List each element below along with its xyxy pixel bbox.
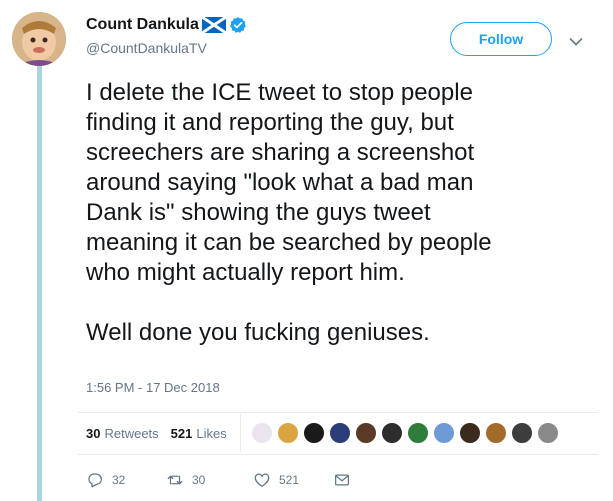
- retweet-count: 30: [192, 473, 206, 487]
- liker-avatar[interactable]: [537, 422, 559, 444]
- tweet-actions: 32 30 521: [86, 471, 359, 489]
- author-name-row[interactable]: Count Dankula: [86, 15, 247, 35]
- retweets-label: Retweets: [104, 426, 159, 441]
- retweets-count: 30: [86, 426, 101, 441]
- tweet-text-paragraph: I delete the ICE tweet to stop people fi…: [86, 79, 492, 286]
- liker-avatar[interactable]: [329, 422, 351, 444]
- likes-label: Likes: [196, 426, 227, 441]
- likes-stat[interactable]: 521 Likes: [171, 426, 227, 441]
- avatar[interactable]: [12, 12, 66, 66]
- liker-avatar[interactable]: [303, 422, 325, 444]
- follow-button[interactable]: Follow: [450, 22, 552, 56]
- reply-icon: [88, 473, 103, 488]
- liked-by-avatars: [240, 414, 563, 452]
- tweet-stats: 30 Retweets 521 Likes: [86, 426, 227, 441]
- liker-avatar[interactable]: [251, 422, 273, 444]
- tweet-text: I delete the ICE tweet to stop people fi…: [86, 78, 596, 348]
- retweet-icon: [167, 475, 183, 485]
- divider: [78, 454, 598, 455]
- direct-message-button[interactable]: [333, 471, 359, 489]
- liker-avatar[interactable]: [485, 422, 507, 444]
- liker-avatar[interactable]: [459, 422, 481, 444]
- conversation-thread-line: [37, 62, 42, 501]
- retweet-button[interactable]: 30: [166, 471, 253, 489]
- like-button[interactable]: 521: [253, 471, 333, 489]
- reply-button[interactable]: 32: [86, 471, 166, 489]
- heart-icon: [254, 473, 270, 488]
- scotland-flag-icon: [201, 15, 227, 35]
- display-name[interactable]: Count Dankula: [86, 16, 199, 34]
- chevron-down-icon[interactable]: [569, 34, 583, 46]
- liker-avatar[interactable]: [407, 422, 429, 444]
- verified-badge-icon: [229, 16, 247, 34]
- liker-avatar[interactable]: [355, 422, 377, 444]
- liker-avatar[interactable]: [511, 422, 533, 444]
- liker-avatar[interactable]: [381, 422, 403, 444]
- like-count: 521: [279, 473, 300, 487]
- author-handle[interactable]: @CountDankulaTV: [86, 40, 207, 56]
- retweets-stat[interactable]: 30 Retweets: [86, 426, 159, 441]
- divider: [78, 412, 598, 413]
- liker-avatar[interactable]: [433, 422, 455, 444]
- reply-count: 32: [112, 473, 126, 487]
- tweet-text-paragraph: Well done you fucking geniuses.: [86, 319, 430, 346]
- tweet-timestamp[interactable]: 1:56 PM - 17 Dec 2018: [86, 380, 220, 395]
- likes-count: 521: [170, 426, 193, 441]
- liker-avatar[interactable]: [277, 422, 299, 444]
- avatar-image: [12, 12, 66, 66]
- envelope-icon: [334, 474, 350, 486]
